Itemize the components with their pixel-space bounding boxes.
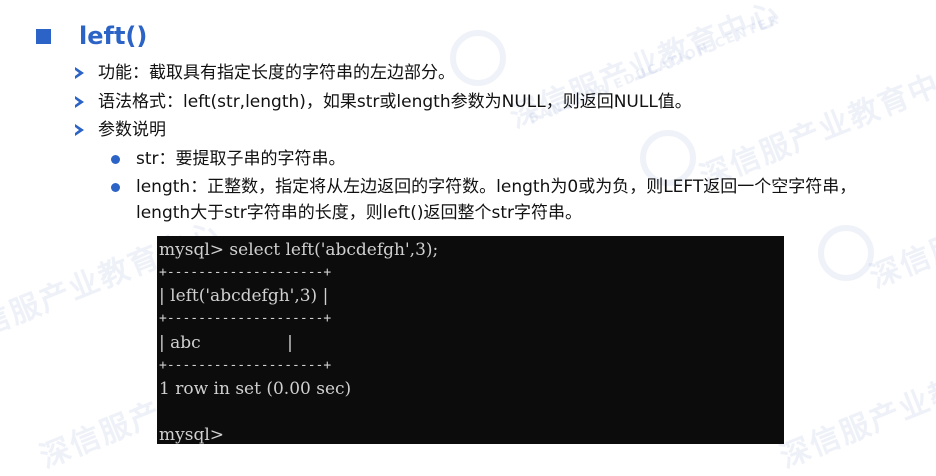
param-text: length大于str字符串的长度，则left()返回整个str字符串。 bbox=[136, 203, 583, 223]
dot-bullet-icon bbox=[111, 182, 120, 192]
watermark-logo bbox=[818, 225, 874, 281]
slide-title-row: left() bbox=[36, 22, 147, 50]
arrow-bullet-icon bbox=[75, 96, 84, 108]
terminal-line: 1 row in set (0.00 sec) bbox=[159, 379, 352, 399]
terminal-border-line: +--------------------+ bbox=[159, 358, 332, 373]
terminal-border-line: +--------------------+ bbox=[159, 265, 332, 280]
bullet-function: 功能：截取具有指定长度的字符串的左边部分。 bbox=[75, 61, 455, 85]
arrow-bullet-icon bbox=[75, 124, 84, 136]
watermark-text: 深信服产业教育中心 bbox=[775, 335, 936, 476]
watermark-logo bbox=[450, 30, 506, 86]
square-bullet-icon bbox=[36, 28, 51, 44]
arrow-bullet-icon bbox=[75, 67, 84, 79]
bullet-text: 参数说明 bbox=[98, 120, 166, 140]
watermark-text: 深信服产业教育中心 bbox=[865, 155, 936, 296]
bullet-syntax: 语法格式：left(str,length)，如果str或length参数为NUL… bbox=[75, 90, 692, 114]
terminal-line: mysql> select left('abcdefgh',3); bbox=[159, 240, 439, 260]
dot-bullet-icon bbox=[111, 154, 120, 164]
param-length: length：正整数，指定将从左边返回的字符数。length为0或为负，则LEF… bbox=[111, 175, 856, 199]
param-text: length：正整数，指定将从左边返回的字符数。length为0或为负，则LEF… bbox=[136, 177, 857, 197]
param-str: str：要提取子串的字符串。 bbox=[111, 147, 346, 171]
terminal-border-line: +--------------------+ bbox=[159, 311, 332, 326]
bullet-text: 语法格式：left(str,length)，如果str或length参数为NUL… bbox=[98, 92, 692, 112]
watermark-text: 深信服产业教育中心 bbox=[505, 0, 786, 136]
mysql-terminal: mysql> select left('abcdefgh',3); +-----… bbox=[157, 236, 784, 444]
param-length-cont: length大于str字符串的长度，则left()返回整个str字符串。 bbox=[136, 201, 582, 225]
terminal-line: | left('abcdefgh',3) | bbox=[159, 286, 329, 306]
terminal-line: | abc | bbox=[159, 333, 293, 353]
slide-title: left() bbox=[79, 22, 148, 50]
param-text: str：要提取子串的字符串。 bbox=[136, 149, 346, 169]
bullet-params: 参数说明 bbox=[75, 118, 166, 142]
terminal-prompt[interactable]: mysql> bbox=[159, 424, 224, 444]
bullet-text: 功能：截取具有指定长度的字符串的左边部分。 bbox=[98, 63, 455, 83]
